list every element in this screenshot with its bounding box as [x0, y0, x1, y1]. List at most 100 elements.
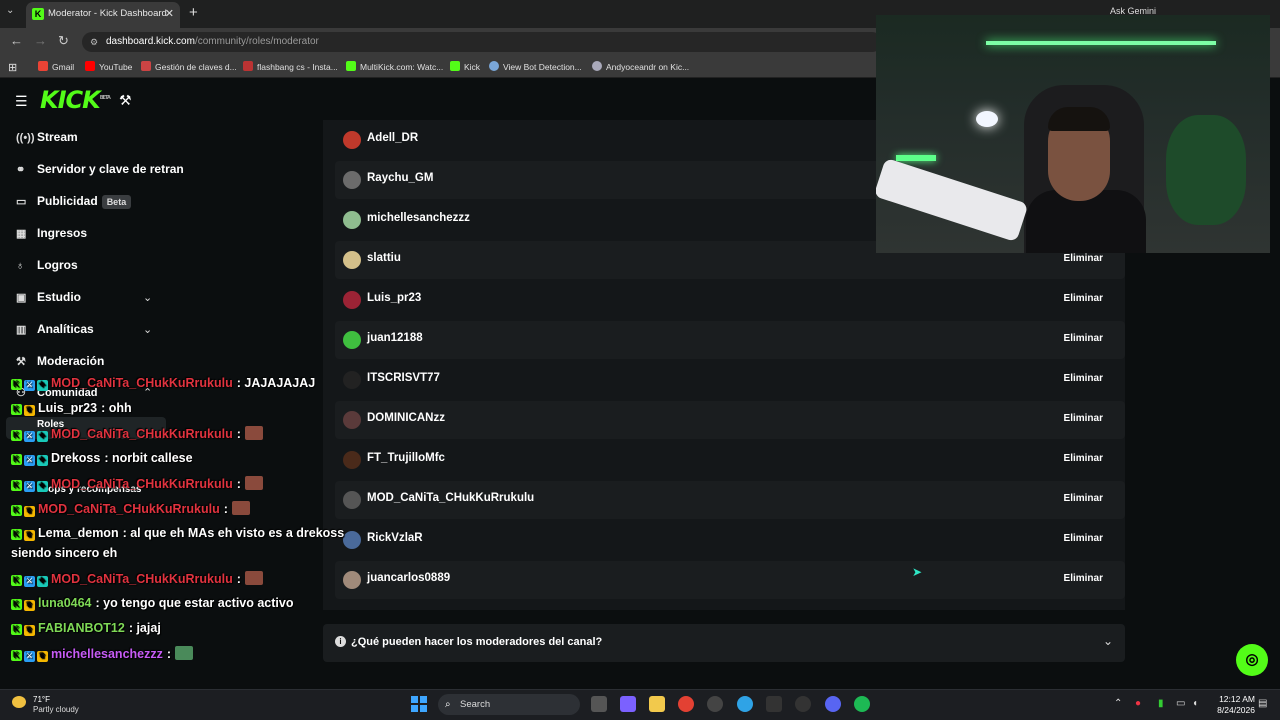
obs-icon[interactable]	[766, 696, 782, 712]
chevron-down-icon[interactable]: ⌄	[143, 323, 152, 336]
volume-icon[interactable]: ◖	[1192, 698, 1198, 709]
tray-app-icon[interactable]: ●	[1135, 698, 1141, 709]
moderator-username[interactable]: FT_TrujilloMfc	[367, 452, 445, 464]
chrome-icon[interactable]	[678, 696, 694, 712]
weather-temp[interactable]: 71°F	[33, 695, 50, 704]
help-chat-button[interactable]: ◎	[1236, 644, 1268, 676]
weather-icon[interactable]	[12, 696, 26, 708]
sidebar-item-stream[interactable]: ((•)) Stream	[16, 130, 78, 144]
chat-username[interactable]: MOD_CaNiTa_CHukKuRrukulu	[51, 427, 233, 441]
notifications-icon[interactable]: ▤	[1258, 698, 1267, 709]
avatar[interactable]	[343, 251, 361, 269]
site-info-icon[interactable]: ⚙	[90, 32, 98, 52]
chat-username[interactable]: FABIANBOT12	[38, 621, 125, 635]
start-button[interactable]	[411, 696, 427, 712]
chevron-down-icon[interactable]: ⌄	[1103, 634, 1113, 648]
tray-mic-icon[interactable]: ▮	[1158, 698, 1164, 709]
moderator-username[interactable]: juancarlos0889	[367, 572, 450, 584]
remove-moderator-button[interactable]: Eliminar	[1058, 330, 1109, 347]
bookmark-viewbot[interactable]: View Bot Detection...	[489, 61, 582, 72]
chevron-down-icon[interactable]: ⌄	[143, 291, 152, 304]
app-icon[interactable]	[707, 696, 723, 712]
remove-moderator-button[interactable]: Eliminar	[1058, 530, 1109, 547]
sidebar-item-achievements[interactable]: ♁ Logros	[16, 258, 78, 272]
moderator-username[interactable]: Raychu_GM	[367, 172, 433, 184]
bookmark-multikick[interactable]: MultiKick.com: Watc...	[346, 61, 443, 72]
copilot-icon[interactable]	[620, 696, 636, 712]
sidebar-item-server[interactable]: ⚭ Servidor y clave de retran	[16, 162, 184, 176]
bookmark-flashbang[interactable]: flashbang cs - Insta...	[243, 61, 338, 72]
chat-username[interactable]: michellesanchezzz	[51, 647, 163, 661]
avatar[interactable]	[343, 491, 361, 509]
clock-time[interactable]: 12:12 AM	[1205, 694, 1255, 704]
browser-tab[interactable]: K Moderator - Kick Dashboard ✕	[26, 2, 180, 28]
avatar[interactable]	[343, 451, 361, 469]
avatar[interactable]	[343, 131, 361, 149]
chat-username[interactable]: MOD_CaNiTa_CHukKuRrukulu	[51, 376, 233, 390]
menu-icon[interactable]: ☰	[15, 93, 28, 110]
avatar[interactable]	[343, 331, 361, 349]
taskbar-search[interactable]: ⌕ Search	[438, 694, 580, 715]
sidebar-item-income[interactable]: ▦ Ingresos	[16, 226, 87, 240]
moderator-username[interactable]: ITSCRISVT77	[367, 372, 440, 384]
avatar[interactable]	[343, 171, 361, 189]
hammer-icon[interactable]: ⚒	[119, 92, 132, 109]
apps-grid-icon[interactable]: ⊞	[8, 61, 17, 74]
moderator-username[interactable]: RickVzlaR	[367, 532, 423, 544]
sidebar-item-moderation[interactable]: ⚒ Moderación	[16, 354, 104, 368]
moderator-username[interactable]: slattiu	[367, 252, 401, 264]
new-tab-icon[interactable]: +	[189, 4, 198, 21]
chat-username[interactable]: MOD_CaNiTa_CHukKuRrukulu	[51, 477, 233, 491]
avatar[interactable]	[343, 411, 361, 429]
faq-accordion[interactable]: i ¿Qué pueden hacer los moderadores del …	[323, 624, 1125, 662]
tab-search-icon[interactable]: ⌄	[6, 5, 14, 16]
bookmark-andyoceandr[interactable]: Andyoceandr on Kic...	[592, 61, 689, 72]
remove-moderator-button[interactable]: Eliminar	[1058, 450, 1109, 467]
moderator-username[interactable]: Luis_pr23	[367, 292, 421, 304]
moderator-username[interactable]: juan12188	[367, 332, 423, 344]
chat-username[interactable]: luna0464	[38, 596, 92, 610]
file-explorer-icon[interactable]	[649, 696, 665, 712]
chat-username[interactable]: Drekoss	[51, 451, 100, 465]
avatar[interactable]	[343, 291, 361, 309]
avatar[interactable]	[343, 531, 361, 549]
chat-username[interactable]: MOD_CaNiTa_CHukKuRrukulu	[38, 502, 220, 516]
chat-username[interactable]: Luis_pr23	[38, 401, 97, 415]
remove-moderator-button[interactable]: Eliminar	[1058, 290, 1109, 307]
avatar[interactable]	[343, 371, 361, 389]
network-icon[interactable]: ▭	[1176, 698, 1185, 709]
remove-moderator-button[interactable]: Eliminar	[1058, 490, 1109, 507]
back-icon[interactable]: ←	[10, 33, 23, 48]
moderator-username[interactable]: Adell_DR	[367, 132, 418, 144]
bookmark-youtube[interactable]: YouTube	[85, 61, 132, 72]
tray-chevron-icon[interactable]: ⌃	[1114, 698, 1122, 709]
bookmark-gestion[interactable]: Gestión de claves d...	[141, 61, 237, 72]
chat-username[interactable]: Lema_demon	[38, 526, 119, 540]
bookmark-gmail[interactable]: Gmail	[38, 61, 74, 72]
clock-date[interactable]: 8/24/2026	[1205, 705, 1255, 715]
url-input[interactable]: ⚙ dashboard.kick.com/community/roles/mod…	[82, 32, 882, 52]
forward-icon[interactable]: →	[34, 33, 47, 48]
remove-moderator-button[interactable]: Eliminar	[1058, 570, 1109, 587]
edge-icon[interactable]	[737, 696, 753, 712]
weather-desc[interactable]: Partly cloudy	[33, 705, 79, 714]
remove-moderator-button[interactable]: Eliminar	[1058, 410, 1109, 427]
sidebar-item-studio[interactable]: ▣ Estudio	[16, 290, 81, 304]
discord-icon[interactable]	[825, 696, 841, 712]
moderator-username[interactable]: michellesanchezzz	[367, 212, 470, 224]
remove-moderator-button[interactable]: Eliminar	[1058, 370, 1109, 387]
sidebar-item-ads[interactable]: ▭ Publicidad Beta	[16, 194, 132, 209]
moderator-username[interactable]: MOD_CaNiTa_CHukKuRrukulu	[367, 492, 534, 504]
task-view-icon[interactable]	[591, 696, 607, 712]
moderator-username[interactable]: DOMINICANzz	[367, 412, 445, 424]
reload-icon[interactable]: ↻	[58, 33, 69, 49]
steam-icon[interactable]	[795, 696, 811, 712]
bookmark-kick[interactable]: Kick	[450, 61, 480, 72]
spotify-icon[interactable]	[854, 696, 870, 712]
sidebar-item-analytics[interactable]: ▥ Analíticas	[16, 322, 94, 336]
avatar[interactable]	[343, 211, 361, 229]
close-tab-icon[interactable]: ✕	[165, 2, 174, 26]
avatar[interactable]	[343, 571, 361, 589]
chat-username[interactable]: MOD_CaNiTa_CHukKuRrukulu	[51, 572, 233, 586]
kick-logo[interactable]: KICKBETA	[40, 86, 111, 114]
